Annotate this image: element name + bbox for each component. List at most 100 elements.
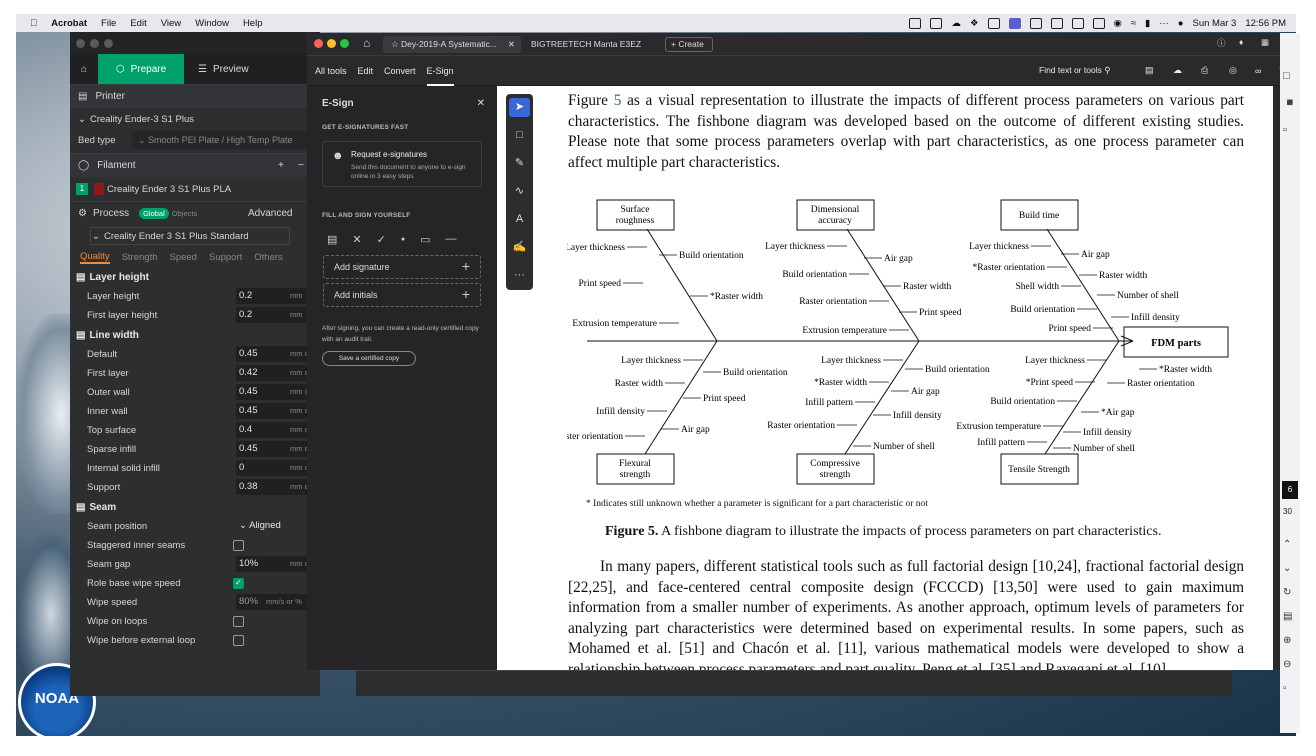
draw-icon[interactable]: ∿ — [509, 182, 530, 201]
upload-icon[interactable]: ☁ — [1173, 65, 1182, 76]
status-app-icon[interactable] — [1071, 17, 1084, 29]
tab-others[interactable]: Others — [254, 252, 283, 263]
menu-all-tools[interactable]: All tools — [315, 56, 347, 86]
help-icon[interactable]: ⓘ — [1217, 37, 1226, 49]
global-toggle[interactable]: Global — [139, 208, 169, 219]
doc-tab[interactable]: BIGTREETECH Manta E3EZ V1... — [523, 36, 655, 66]
ai-assistant-icon[interactable]: ◎ — [1229, 65, 1237, 76]
add-signature-field[interactable]: Add signature + — [323, 255, 481, 279]
zoom-out-icon[interactable]: ⊖ — [1283, 653, 1292, 677]
request-esign-card[interactable]: ☻ Request e-signatures Send this documen… — [322, 141, 482, 187]
menubar-date[interactable]: Sun Mar 3 — [1193, 18, 1237, 29]
bed-type-select[interactable]: ⌄ Smooth PEI Plate / High Temp Plate — [132, 131, 308, 149]
print-icon[interactable]: ⎙ — [1201, 65, 1208, 76]
printer-section[interactable]: ▤ Printer — [70, 84, 320, 108]
filament-color-swatch[interactable] — [94, 183, 104, 195]
apps-grid-icon[interactable]: ▦ — [1261, 37, 1269, 48]
menu-edit[interactable]: Edit — [130, 18, 146, 29]
dot-icon[interactable]: ● — [401, 236, 405, 243]
text-field-icon[interactable]: ▤ — [327, 233, 337, 246]
menu-help[interactable]: Help — [243, 18, 263, 29]
save-icon[interactable]: ▤ — [1145, 65, 1154, 76]
chevron-down-icon[interactable]: ⌄ — [1283, 557, 1292, 581]
zoom-button[interactable] — [104, 39, 113, 48]
tab-quality[interactable]: Quality — [80, 251, 110, 264]
remove-filament-button[interactable]: − — [298, 160, 304, 171]
wipe-loops-checkbox[interactable] — [233, 616, 244, 627]
tab-preview[interactable]: ☰ Preview — [184, 54, 263, 84]
signature-icon[interactable]: ✍ — [509, 238, 530, 257]
more-tools-icon[interactable]: ··· — [509, 266, 530, 285]
menubar-time[interactable]: 12:56 PM — [1245, 18, 1286, 29]
doc-tab-active[interactable]: ☆ Dey-2019-A Systematic... ✕ — [383, 36, 521, 53]
more-icon[interactable]: ··· — [1159, 18, 1169, 29]
close-button[interactable] — [314, 39, 323, 48]
staggered-checkbox[interactable] — [233, 540, 244, 551]
screen-record-icon[interactable] — [1008, 17, 1021, 29]
menu-esign[interactable]: E-Sign — [426, 56, 454, 86]
wipe-before-checkbox[interactable] — [233, 635, 244, 646]
organize-icon[interactable]: ▤ — [1283, 605, 1292, 629]
minimize-button[interactable] — [327, 39, 336, 48]
status-app-icon[interactable] — [909, 17, 922, 29]
highlight-pen-icon[interactable]: ✎ — [509, 154, 530, 173]
zoom-button[interactable] — [340, 39, 349, 48]
menu-edit[interactable]: Edit — [358, 56, 374, 86]
close-tab-icon[interactable]: ✕ — [508, 36, 515, 53]
battery-icon[interactable]: ▮ — [1145, 18, 1150, 29]
save-certified-button[interactable]: Save a certified copy — [322, 351, 416, 366]
printer-select[interactable]: ⌄ Creality Ender-3 S1 Plus — [70, 108, 320, 130]
status-app-icon[interactable] — [930, 17, 943, 29]
link-icon[interactable]: ∞ — [1255, 66, 1261, 76]
tab-strength[interactable]: Strength — [122, 252, 158, 263]
add-initials-field[interactable]: Add initials + — [323, 283, 481, 307]
menu-app-name[interactable]: Acrobat — [51, 18, 87, 29]
close-icon[interactable]: ✕ — [477, 98, 485, 109]
bell-icon[interactable]: ♦ — [1239, 37, 1243, 47]
add-filament-button[interactable]: + — [278, 160, 284, 171]
role-wipe-checkbox[interactable]: ✓ — [233, 578, 244, 589]
bookmark-icon[interactable]: ◾ — [1283, 90, 1297, 117]
current-page[interactable]: 6 — [1282, 481, 1298, 499]
tab-support[interactable]: Support — [209, 252, 242, 263]
minimize-button[interactable] — [90, 39, 99, 48]
wifi-icon[interactable]: ≈ — [1131, 18, 1136, 29]
cloud-icon[interactable]: ☁ — [951, 18, 961, 29]
home-icon[interactable]: ⌂ — [363, 36, 370, 50]
pages-icon[interactable]: ▫ — [1283, 117, 1297, 144]
menu-file[interactable]: File — [101, 18, 116, 29]
rotate-icon[interactable]: ↻ — [1283, 581, 1292, 605]
control-center-icon[interactable]: ● — [1178, 18, 1184, 29]
comment-side-icon[interactable]: □ — [1283, 63, 1297, 90]
process-profile-select[interactable]: ⌄ Creality Ender 3 S1 Plus Standard — [70, 225, 320, 247]
status-app-icon[interactable] — [1050, 17, 1063, 29]
filament-section[interactable]: ◯ Filament + − — [70, 153, 320, 177]
star-icon[interactable]: ☆ — [391, 39, 399, 49]
filament-item[interactable]: 1 Creality Ender 3 S1 Plus PLA — [70, 177, 320, 201]
cross-mark-icon[interactable]: ✕ — [352, 233, 361, 246]
select-cursor-icon[interactable]: ➤ — [509, 98, 530, 117]
fit-page-icon[interactable]: ▫ — [1283, 677, 1292, 701]
tab-speed[interactable]: Speed — [170, 252, 197, 263]
create-button[interactable]: + Create — [665, 37, 713, 52]
apple-icon[interactable]:  — [30, 18, 37, 29]
status-app-icon[interactable] — [1029, 17, 1042, 29]
find-tools[interactable]: Find text or tools ⚲ — [1039, 65, 1110, 76]
checkmark-icon[interactable]: ✓ — [377, 233, 386, 246]
dropbox-icon[interactable]: ❖ — [970, 18, 979, 29]
home-icon[interactable]: ⌂ — [70, 54, 98, 84]
menu-window[interactable]: Window — [195, 18, 229, 29]
status-app-icon[interactable] — [1092, 17, 1105, 29]
close-button[interactable] — [76, 39, 85, 48]
text-box-icon[interactable]: A — [509, 210, 530, 229]
zoom-in-icon[interactable]: ⊕ — [1283, 629, 1292, 653]
objects-toggle[interactable]: Objects — [172, 209, 197, 218]
line-icon[interactable]: — — [445, 233, 456, 245]
tab-prepare[interactable]: ⬡ Prepare — [98, 54, 184, 84]
menu-view[interactable]: View — [161, 18, 181, 29]
seam-position-select[interactable]: ⌄ Aligned — [236, 518, 308, 534]
status-app-icon[interactable] — [987, 17, 1000, 29]
rectangle-icon[interactable]: ▭ — [420, 233, 430, 246]
comment-icon[interactable]: □ — [509, 126, 530, 145]
chevron-up-icon[interactable]: ⌃ — [1283, 533, 1292, 557]
